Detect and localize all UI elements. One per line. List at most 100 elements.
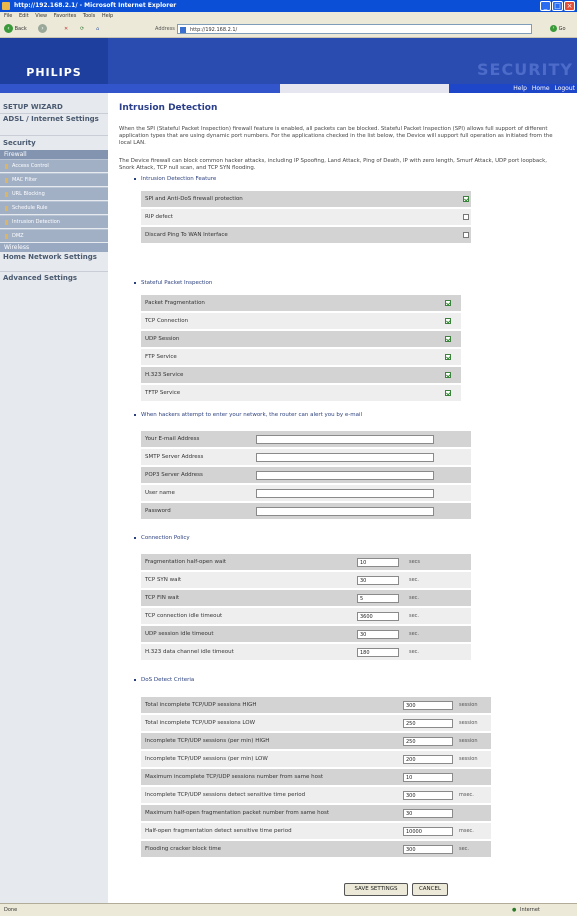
spi-checkbox[interactable]: [445, 372, 451, 378]
intrusion-row: RIP defect: [141, 209, 471, 225]
intrusion-checkbox[interactable]: [463, 232, 469, 238]
policy-input[interactable]: 30: [357, 630, 399, 639]
logout-link[interactable]: Logout: [554, 85, 575, 92]
dos-input[interactable]: 200: [403, 755, 453, 764]
bullet-icon: [134, 678, 136, 681]
refresh-icon[interactable]: ⟳: [80, 24, 84, 34]
row-label: Incomplete TCP/UDP sessions (per min) LO…: [145, 756, 268, 762]
sidebar-item-wireless[interactable]: Wireless: [0, 243, 108, 252]
sidebar-item-adsl[interactable]: ADSL / Internet Settings: [0, 115, 103, 123]
row-label: SPI and Anti-DoS firewall protection: [145, 196, 243, 202]
header-stripe-blue: [0, 84, 280, 93]
sidebar-item-setup-wizard[interactable]: SETUP WIZARD: [0, 103, 63, 111]
intrusion-checkbox[interactable]: [463, 214, 469, 220]
row-label: Discard Ping To WAN Interface: [145, 232, 228, 238]
unit-label: sec.: [409, 613, 420, 619]
row-label: UDP Session: [145, 336, 180, 342]
password-input[interactable]: [256, 507, 434, 516]
firewall-paragraph: The Device firewall can block common hac…: [119, 158, 547, 171]
cancel-button[interactable]: CANCEL: [412, 883, 448, 896]
dos-input[interactable]: 30: [403, 809, 453, 818]
close-button[interactable]: ×: [564, 1, 575, 11]
back-button[interactable]: ‹ Back: [4, 24, 27, 34]
address-field[interactable]: http://192.168.2.1/: [177, 24, 532, 34]
sidebar-item-security[interactable]: Security: [0, 139, 36, 147]
sidebar-item-intrusion-detection[interactable]: Intrusion Detection: [0, 215, 108, 228]
sidebar-item-firewall[interactable]: Firewall: [0, 150, 108, 159]
menu-edit[interactable]: Edit: [19, 13, 29, 19]
row-label: H.323 Service: [145, 372, 184, 378]
row-label: Half-open fragmentation detect sensitive…: [145, 828, 292, 834]
policy-input[interactable]: 3600: [357, 612, 399, 621]
bullet-icon: [5, 192, 8, 197]
policy-row: UDP session idle timeout 30 sec.: [141, 626, 471, 642]
spi-checkbox[interactable]: [445, 300, 451, 306]
help-link[interactable]: Help: [513, 85, 527, 92]
username-input[interactable]: [256, 489, 434, 498]
bullet-icon: [134, 536, 136, 539]
sidebar-item-advanced[interactable]: Advanced Settings: [0, 274, 77, 282]
row-label: TCP Connection: [145, 318, 189, 324]
dos-input[interactable]: 300: [403, 791, 453, 800]
menu-help[interactable]: Help: [102, 13, 113, 19]
home-icon[interactable]: ⌂: [96, 24, 99, 34]
email-address-input[interactable]: [256, 435, 434, 444]
row-label: FTP Service: [145, 354, 177, 360]
spi-checkbox[interactable]: [445, 336, 451, 342]
window-titlebar: http://192.168.2.1/ - Microsoft Internet…: [0, 0, 577, 12]
sidebar-item-url-blocking[interactable]: URL Blocking: [0, 187, 108, 200]
dos-input[interactable]: 250: [403, 737, 453, 746]
policy-input[interactable]: 5: [357, 594, 399, 603]
dos-row: Maximum half-open fragmentation packet n…: [141, 805, 491, 821]
unit-label: sec.: [459, 846, 470, 852]
menu-favorites[interactable]: Favorites: [54, 13, 77, 19]
policy-input[interactable]: 180: [357, 648, 399, 657]
maximize-button[interactable]: □: [552, 1, 563, 11]
dos-row: Half-open fragmentation detect sensitive…: [141, 823, 491, 839]
spi-checkbox[interactable]: [445, 354, 451, 360]
spi-checkbox[interactable]: [445, 318, 451, 324]
dos-input[interactable]: 10: [403, 773, 453, 782]
dos-input[interactable]: 10000: [403, 827, 453, 836]
policy-row: TCP SYN wait 30 sec.: [141, 572, 471, 588]
dos-input[interactable]: 250: [403, 719, 453, 728]
dos-row: Total incomplete TCP/UDP sessions HIGH 30…: [141, 697, 491, 713]
dos-input[interactable]: 300: [403, 701, 453, 710]
forward-button[interactable]: ›: [38, 24, 47, 34]
bullet-icon: [134, 177, 136, 180]
intrusion-checkbox[interactable]: [463, 196, 469, 202]
stop-icon[interactable]: ✕: [64, 24, 68, 34]
menu-tools[interactable]: Tools: [83, 13, 95, 19]
sidebar-item-dmz[interactable]: DMZ: [0, 229, 108, 242]
menu-file[interactable]: File: [4, 13, 12, 19]
minimize-button[interactable]: _: [540, 1, 551, 11]
go-label: Go: [558, 26, 566, 32]
smtp-server-input[interactable]: [256, 453, 434, 462]
policy-input[interactable]: 10: [357, 558, 399, 567]
unit-label: session: [459, 720, 478, 726]
dos-row: Total incomplete TCP/UDP sessions LOW 250…: [141, 715, 491, 731]
window-title: http://192.168.2.1/ - Microsoft Internet…: [14, 2, 177, 9]
save-settings-button[interactable]: SAVE SETTINGS: [344, 883, 408, 896]
email-row: POP3 Server Address: [141, 467, 471, 483]
menu-view[interactable]: View: [35, 13, 47, 19]
intrusion-row: Discard Ping To WAN Interface: [141, 227, 471, 243]
spi-row: Packet Fragmentation: [141, 295, 461, 311]
dos-input[interactable]: 300: [403, 845, 453, 854]
header-links: Help Home Logout: [449, 84, 577, 93]
spi-checkbox[interactable]: [445, 390, 451, 396]
sidebar-subitem-label: DMZ: [12, 233, 24, 239]
go-button[interactable]: › Go: [550, 24, 566, 34]
dos-row: Flooding cracker block time 300 sec.: [141, 841, 491, 857]
section-email-heading: When hackers attempt to enter your netwo…: [134, 412, 362, 418]
divider: [0, 135, 108, 136]
home-link[interactable]: Home: [532, 85, 550, 92]
divider: [0, 113, 108, 114]
sidebar-item-access-control[interactable]: Access Control: [0, 159, 108, 172]
sidebar-item-schedule-rule[interactable]: Schedule Rule: [0, 201, 108, 214]
spi-row: H.323 Service: [141, 367, 461, 383]
pop3-server-input[interactable]: [256, 471, 434, 480]
sidebar-item-mac-filter[interactable]: MAC Filter: [0, 173, 108, 186]
policy-input[interactable]: 30: [357, 576, 399, 585]
sidebar-item-home-network[interactable]: Home Network Settings: [0, 253, 103, 261]
